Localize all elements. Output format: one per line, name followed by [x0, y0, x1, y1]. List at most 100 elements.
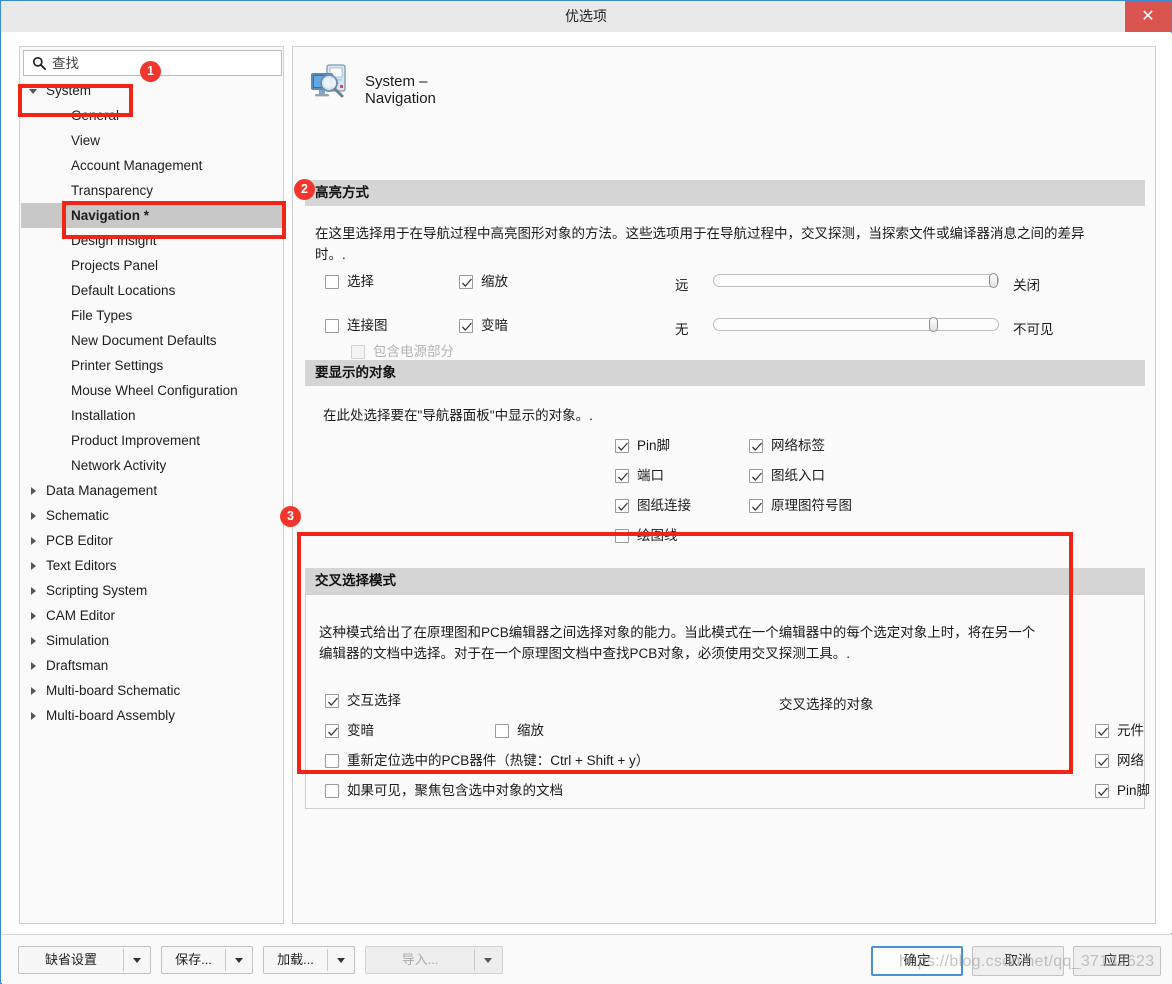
checkbox-zoom[interactable]	[459, 275, 473, 289]
display-object-col1-label-2: 图纸连接	[637, 498, 691, 513]
slider-dim-thumb[interactable]	[929, 317, 938, 332]
sidebar-item-data-management[interactable]: Data Management	[21, 478, 282, 503]
save-button-label[interactable]: 保存...	[162, 947, 225, 973]
chevron-right-icon[interactable]	[31, 587, 36, 595]
sidebar-item-label: Data Management	[46, 483, 158, 498]
sidebar-item-transparency[interactable]: Transparency	[21, 178, 282, 203]
annotation-badge-3: 3	[280, 506, 301, 527]
defaults-button-label[interactable]: 缺省设置	[19, 947, 123, 973]
sidebar-item-label: Multi-board Schematic	[46, 683, 181, 698]
checkbox-interactive-select[interactable]	[325, 694, 339, 708]
sidebar-item-label: Mouse Wheel Configuration	[71, 383, 238, 398]
defaults-split-button[interactable]: 缺省设置	[18, 946, 151, 974]
chevron-down-icon[interactable]	[29, 89, 37, 94]
sidebar-item-simulation[interactable]: Simulation	[21, 628, 282, 653]
slider-zoom-left-label: 远	[675, 278, 689, 293]
checkbox-dim[interactable]	[459, 319, 473, 333]
sidebar-item-schematic[interactable]: Schematic	[21, 503, 282, 528]
sidebar-item-product-improvement[interactable]: Product Improvement	[21, 428, 282, 453]
display-object-col1-checkbox-0[interactable]	[615, 439, 629, 453]
chevron-right-icon[interactable]	[31, 562, 36, 570]
chevron-right-icon[interactable]	[31, 712, 36, 720]
load-split-button[interactable]: 加载...	[263, 946, 355, 974]
sidebar-item-mouse-wheel-configuration[interactable]: Mouse Wheel Configuration	[21, 378, 282, 403]
checkbox-cross-zoom[interactable]	[495, 724, 509, 738]
chevron-right-icon[interactable]	[31, 612, 36, 620]
sidebar-item-pcb-editor[interactable]: PCB Editor	[21, 528, 282, 553]
save-split-button[interactable]: 保存...	[161, 946, 253, 974]
preferences-window: 优选项 ✕ 查找 System General View Account Manage…	[0, 0, 1172, 984]
sidebar-item-label: Text Editors	[46, 558, 117, 573]
import-divider	[474, 949, 475, 971]
section-header-cross-select: 交叉选择模式	[305, 568, 1145, 594]
sidebar-item-text-editors[interactable]: Text Editors	[21, 553, 282, 578]
sidebar-item-account-management[interactable]: Account Management	[21, 153, 282, 178]
sidebar-item-label: CAM Editor	[46, 608, 116, 623]
sidebar-item-file-types[interactable]: File Types	[21, 303, 282, 328]
sidebar-item-label: Account Management	[71, 158, 203, 173]
sidebar-item-network-activity[interactable]: Network Activity	[21, 453, 282, 478]
display-object-col1-label-1: 端口	[637, 468, 664, 483]
sidebar-item-installation[interactable]: Installation	[21, 403, 282, 428]
sidebar-item-label: Design Insight	[71, 233, 157, 248]
sidebar-item-projects-panel[interactable]: Projects Panel	[21, 253, 282, 278]
checkbox-cross-dim[interactable]	[325, 724, 339, 738]
checkbox-cross-zoom-label: 缩放	[517, 723, 544, 738]
chevron-right-icon[interactable]	[31, 662, 36, 670]
sidebar-item-label: Draftsman	[46, 658, 109, 673]
load-divider	[327, 949, 328, 971]
sidebar-item-design-insight[interactable]: Design Insight	[21, 228, 282, 253]
search-icon	[32, 56, 47, 71]
sidebar-item-general[interactable]: General	[21, 103, 282, 128]
checkbox-include-power-label: 包含电源部分	[373, 344, 454, 359]
load-button-label[interactable]: 加载...	[264, 947, 327, 973]
checkbox-connective-graph[interactable]	[325, 319, 339, 333]
slider-zoom[interactable]	[713, 273, 999, 288]
display-object-col2-checkbox-2[interactable]	[749, 499, 763, 513]
chevron-down-icon[interactable]	[133, 958, 141, 963]
slider-dim[interactable]	[713, 317, 999, 332]
display-object-col2-label-2: 原理图符号图	[771, 498, 852, 513]
chevron-right-icon[interactable]	[31, 512, 36, 520]
sidebar-item-cam-editor[interactable]: CAM Editor	[21, 603, 282, 628]
cross-select-object-checkbox-1[interactable]	[1095, 754, 1109, 768]
display-object-col1-checkbox-3[interactable]	[615, 529, 629, 543]
display-object-col1-checkbox-1[interactable]	[615, 469, 629, 483]
checkbox-select[interactable]	[325, 275, 339, 289]
chevron-right-icon[interactable]	[31, 637, 36, 645]
sidebar-item-multi-board-assembly[interactable]: Multi-board Assembly	[21, 703, 282, 728]
chevron-right-icon[interactable]	[31, 537, 36, 545]
checkbox-reposition-pcb[interactable]	[325, 754, 339, 768]
sidebar-item-label: Default Locations	[71, 283, 176, 298]
title-bar: 优选项 ✕	[1, 1, 1171, 32]
checkbox-focus-document-label: 如果可见，聚焦包含选中对象的文档	[347, 783, 563, 798]
sidebar-item-draftsman[interactable]: Draftsman	[21, 653, 282, 678]
sidebar-item-new-document-defaults[interactable]: New Document Defaults	[21, 328, 282, 353]
monitor-magnifier-icon	[311, 64, 346, 98]
section-header-highlight: 高亮方式	[305, 180, 1145, 206]
display-object-col2-checkbox-0[interactable]	[749, 439, 763, 453]
slider-zoom-thumb[interactable]	[989, 273, 998, 288]
display-object-col2-checkbox-1[interactable]	[749, 469, 763, 483]
cross-select-object-checkbox-2[interactable]	[1095, 784, 1109, 798]
chevron-down-icon[interactable]	[337, 958, 345, 963]
sidebar-item-default-locations[interactable]: Default Locations	[21, 278, 282, 303]
checkbox-focus-document[interactable]	[325, 784, 339, 798]
display-object-col1-checkbox-2[interactable]	[615, 499, 629, 513]
sidebar-item-scripting-system[interactable]: Scripting System	[21, 578, 282, 603]
checkbox-zoom-label: 缩放	[481, 274, 508, 289]
settings-tree[interactable]: System General View Account Management Trans…	[21, 78, 282, 923]
cross-select-object-label-1: 网络	[1117, 753, 1144, 768]
sidebar-item-navigation[interactable]: Navigation *	[21, 203, 282, 228]
sidebar-item-printer-settings[interactable]: Printer Settings	[21, 353, 282, 378]
sidebar-item-label: Scripting System	[46, 583, 148, 598]
cross-select-object-checkbox-0[interactable]	[1095, 724, 1109, 738]
settings-detail-pane: System – Navigation 高亮方式 在这里选择用于在导航过程中高亮…	[292, 46, 1156, 924]
chevron-right-icon[interactable]	[31, 687, 36, 695]
sidebar-item-view[interactable]: View	[21, 128, 282, 153]
checkbox-reposition-pcb-label: 重新定位选中的PCB器件（热键：Ctrl + Shift + y）	[347, 753, 650, 768]
close-icon[interactable]: ✕	[1125, 1, 1171, 32]
chevron-down-icon[interactable]	[235, 958, 243, 963]
chevron-right-icon[interactable]	[31, 487, 36, 495]
sidebar-item-multi-board-schematic[interactable]: Multi-board Schematic	[21, 678, 282, 703]
